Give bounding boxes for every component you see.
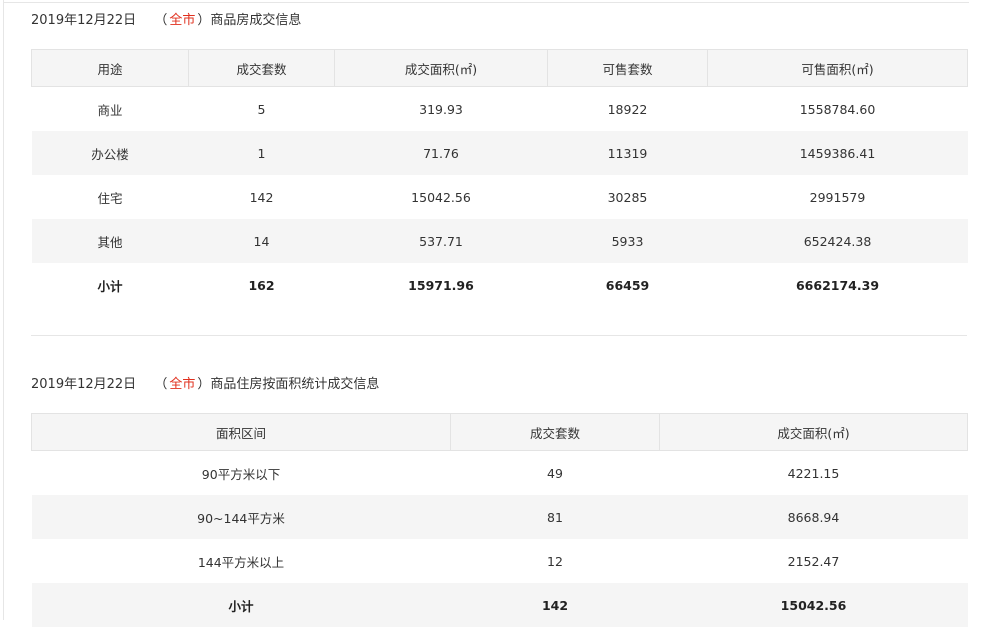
commercial-housing-section: 2019年12月22日 （全市 ）商品房成交信息 用途 成交套数 成交面积(㎡) … bbox=[31, 11, 968, 307]
cell-total-deal-area: 15971.96 bbox=[408, 277, 474, 293]
residential-by-area-section: 2019年12月22日 （全市 ）商品住房按面积统计成交信息 面积区间 成交套数 … bbox=[31, 375, 968, 627]
cell-available-units: 30285 bbox=[607, 189, 648, 205]
heading-title: 商品房成交信息 bbox=[210, 13, 302, 28]
column-header-deal-area: 成交面积(㎡) bbox=[659, 413, 968, 451]
cell-total-deal-units: 142 bbox=[450, 583, 660, 627]
cell-available-units: 18922 bbox=[607, 101, 648, 117]
column-header-available-units: 可售套数 bbox=[547, 49, 708, 87]
cell-deal-area: 4221.15 bbox=[787, 465, 840, 481]
table-row: 住宅 142 15042.56 30285 2991579 bbox=[32, 175, 968, 219]
cell-available-area: 1558784.60 bbox=[799, 101, 876, 117]
table-total-row: 小计 162 15971.96 66459 6662174.39 bbox=[32, 263, 968, 307]
cell-usage: 住宅 bbox=[97, 190, 123, 206]
commercial-housing-table: 用途 成交套数 成交面积(㎡) 可售套数 可售面积(㎡) 商业 5 319.93… bbox=[31, 49, 968, 307]
cell-total-available-area: 6662174.39 bbox=[795, 277, 880, 293]
heading-city-link[interactable]: 全市 bbox=[169, 13, 195, 28]
cell-total-deal-area: 15042.56 bbox=[659, 583, 968, 627]
cell-deal-units: 5 bbox=[257, 101, 266, 117]
cell-area-range: 90平方米以下 bbox=[201, 466, 281, 482]
cell-usage: 其他 bbox=[31, 219, 189, 263]
page-frame-top bbox=[3, 2, 969, 3]
heading-paren-close: ） bbox=[197, 13, 211, 28]
cell-available-area: 2991579 bbox=[809, 189, 866, 205]
cell-deal-units: 12 bbox=[547, 553, 563, 569]
column-header-area-range: 面积区间 bbox=[31, 413, 451, 451]
column-header-available-area: 可售面积(㎡) bbox=[707, 49, 968, 87]
table-row: 90~144平方米 81 8668.94 bbox=[31, 495, 968, 539]
section-divider bbox=[31, 335, 967, 336]
cell-deal-area: 537.71 bbox=[334, 219, 548, 263]
heading-date: 2019年12月22日 bbox=[31, 13, 137, 28]
heading-paren-close: ） bbox=[197, 377, 211, 392]
cell-total-label: 小计 bbox=[97, 278, 123, 294]
heading-date: 2019年12月22日 bbox=[31, 377, 137, 392]
cell-deal-area: 2152.47 bbox=[787, 553, 840, 569]
cell-area-range: 144平方米以上 bbox=[197, 554, 285, 570]
cell-deal-units: 14 bbox=[188, 219, 335, 263]
page-frame-left bbox=[3, 0, 4, 620]
cell-available-area: 1459386.41 bbox=[707, 131, 968, 175]
table-header-row: 用途 成交套数 成交面积(㎡) 可售套数 可售面积(㎡) bbox=[31, 49, 968, 87]
table-total-row: 小计 142 15042.56 bbox=[31, 583, 968, 627]
cell-deal-area: 15042.56 bbox=[411, 189, 471, 205]
column-header-usage: 用途 bbox=[31, 49, 189, 87]
heading-city-link[interactable]: 全市 bbox=[169, 377, 195, 392]
cell-available-area: 652424.38 bbox=[707, 219, 968, 263]
section-heading: 2019年12月22日 （全市 ）商品住房按面积统计成交信息 bbox=[31, 375, 967, 395]
cell-deal-units: 142 bbox=[249, 189, 274, 205]
cell-deal-area: 8668.94 bbox=[659, 495, 968, 539]
table-header-row: 面积区间 成交套数 成交面积(㎡) bbox=[31, 413, 968, 451]
table-row: 商业 5 319.93 18922 1558784.60 bbox=[32, 87, 968, 132]
cell-deal-units: 1 bbox=[188, 131, 335, 175]
cell-available-units: 11319 bbox=[547, 131, 708, 175]
table-row: 144平方米以上 12 2152.47 bbox=[32, 539, 968, 583]
heading-title: 商品住房按面积统计成交信息 bbox=[210, 377, 380, 392]
cell-total-available-units: 66459 bbox=[605, 277, 650, 293]
residential-by-area-table: 面积区间 成交套数 成交面积(㎡) 90平方米以下 49 4221.15 90~… bbox=[31, 413, 968, 627]
column-header-deal-area: 成交面积(㎡) bbox=[334, 49, 548, 87]
cell-deal-units: 49 bbox=[547, 465, 563, 481]
column-header-deal-units: 成交套数 bbox=[450, 413, 660, 451]
table-row: 办公楼 1 71.76 11319 1459386.41 bbox=[31, 131, 968, 175]
cell-deal-units: 81 bbox=[450, 495, 660, 539]
table-row: 90平方米以下 49 4221.15 bbox=[32, 451, 968, 496]
section-heading: 2019年12月22日 （全市 ）商品房成交信息 bbox=[31, 11, 967, 31]
cell-usage: 办公楼 bbox=[31, 131, 189, 175]
heading-paren-open: （ bbox=[154, 13, 168, 28]
cell-deal-area: 71.76 bbox=[334, 131, 548, 175]
heading-paren-open: （ bbox=[154, 377, 168, 392]
cell-area-range: 90~144平方米 bbox=[31, 495, 451, 539]
cell-available-units: 5933 bbox=[547, 219, 708, 263]
table-row: 其他 14 537.71 5933 652424.38 bbox=[31, 219, 968, 263]
cell-usage: 商业 bbox=[97, 102, 123, 118]
cell-deal-area: 319.93 bbox=[419, 101, 463, 117]
cell-total-deal-units: 162 bbox=[248, 277, 275, 293]
column-header-deal-units: 成交套数 bbox=[188, 49, 335, 87]
cell-total-label: 小计 bbox=[31, 583, 451, 627]
